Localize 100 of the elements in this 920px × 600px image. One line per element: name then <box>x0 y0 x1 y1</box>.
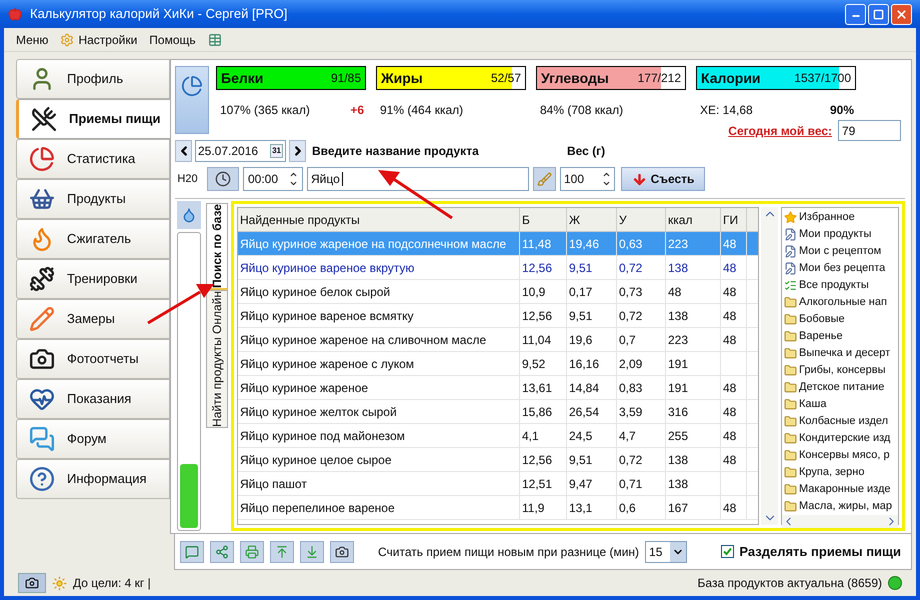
table-cell: 4,7 <box>617 424 666 447</box>
chart-button[interactable] <box>175 66 209 134</box>
category-item[interactable]: Детское питание <box>782 379 898 396</box>
table-row[interactable]: Яйцо куриное жареное на сливочном масле 11,04 19,6 0,7 223 48 <box>238 328 758 352</box>
category-item[interactable]: Грибы, консервы <box>782 362 898 379</box>
column-header[interactable]: У <box>617 208 666 231</box>
menu-item[interactable]: Помощь <box>149 30 196 48</box>
table-row[interactable]: Яйцо куриное вареное всмятку 12,56 9,51 0,72 138 48 <box>238 304 758 328</box>
table-cell: 12,56 <box>520 448 567 471</box>
column-header[interactable]: Б <box>520 208 567 231</box>
folder-icon <box>784 364 797 377</box>
close-button[interactable] <box>891 4 912 24</box>
nav-tab[interactable]: Фотоотчеты <box>16 339 170 379</box>
table-cell: 11,04 <box>520 328 567 351</box>
category-item[interactable]: Варенье <box>782 328 898 345</box>
source-tab[interactable]: Поиск по базе <box>206 203 228 290</box>
interval-select[interactable]: 15 <box>645 540 688 562</box>
nav-tab[interactable]: Сжигатель <box>16 219 170 259</box>
checklist-icon <box>784 279 797 292</box>
arrow-down-icon <box>632 172 647 186</box>
water-button[interactable] <box>177 201 201 229</box>
column-header[interactable]: Ж <box>567 208 617 231</box>
nav-tab[interactable]: Приемы пищи <box>16 99 170 139</box>
category-item[interactable]: Крупа, зерно <box>782 464 898 481</box>
horizontal-scrollbar[interactable] <box>782 515 898 528</box>
star-icon <box>784 211 797 224</box>
next-day-button[interactable] <box>289 140 306 162</box>
product-search-field[interactable]: Яйцо <box>307 167 529 191</box>
table-row[interactable]: Яйцо перепелиное вареное 11,9 13,1 0,6 167 48 <box>238 496 758 520</box>
table-row[interactable]: Яйцо куриное желток сырой 15,86 26,54 3,59 316 48 <box>238 400 758 424</box>
calendar-icon[interactable]: 31 <box>270 144 283 158</box>
camera-button[interactable] <box>18 573 46 593</box>
column-header[interactable]: ккал <box>666 208 721 231</box>
camera-icon <box>29 346 55 372</box>
table-icon[interactable] <box>208 32 222 46</box>
table-cell: 14,84 <box>567 376 617 399</box>
table-cell: 9,51 <box>567 304 617 327</box>
vertical-scrollbar[interactable] <box>761 207 778 525</box>
split-meals-checkbox[interactable] <box>721 545 734 558</box>
table-row[interactable]: Яйцо куриное под майонезом 4,1 24,5 4,7 255 48 <box>238 424 758 448</box>
nav-tab[interactable]: Продукты <box>16 179 170 219</box>
category-item[interactable]: Кондитерские изд <box>782 430 898 447</box>
category-item[interactable]: Алкогольные нап <box>782 294 898 311</box>
nav-tab[interactable]: Статистика <box>16 139 170 179</box>
nav-tab[interactable]: Форум <box>16 419 170 459</box>
minimize-button[interactable] <box>845 4 866 24</box>
eat-button[interactable]: Съесть <box>621 167 705 191</box>
weight-today-link[interactable]: Сегодня мой вес: <box>728 122 832 140</box>
column-header[interactable]: Найденные продукты <box>238 208 520 231</box>
category-item[interactable]: Мои без рецепта <box>782 260 898 277</box>
edit-document-icon <box>784 262 797 275</box>
macro-summary: 84% (708 ккал) <box>540 102 624 119</box>
table-cell: 0,7 <box>617 328 666 351</box>
menu-item[interactable]: Меню <box>16 30 48 48</box>
toolbar-button[interactable] <box>330 540 354 562</box>
table-cell: 15,86 <box>520 400 567 423</box>
category-item[interactable]: Выпечка и десерт <box>782 345 898 362</box>
table-cell: 138 <box>666 256 721 279</box>
category-item[interactable]: Колбасные издел <box>782 413 898 430</box>
table-cell: 9,51 <box>567 256 617 279</box>
macro-summary: ХЕ: 14,68 <box>700 102 753 119</box>
table-cell: 24,5 <box>567 424 617 447</box>
category-item[interactable]: Мои продукты <box>782 226 898 243</box>
category-item[interactable]: Каша <box>782 396 898 413</box>
time-field[interactable]: 00:00 <box>243 167 303 191</box>
nav-tab[interactable]: Тренировки <box>16 259 170 299</box>
table-cell: 2,09 <box>617 352 666 375</box>
menu-item[interactable]: Настройки <box>78 30 138 48</box>
weight-today-field[interactable]: 79 <box>838 120 901 141</box>
sun-icon <box>52 576 67 590</box>
nav-tab[interactable]: Информация <box>16 459 170 499</box>
table-row[interactable]: Яйцо куриное жареное с луком 9,52 16,16 2,09 191 <box>238 352 758 376</box>
category-item[interactable]: Мои с рецептом <box>782 243 898 260</box>
nav-tab[interactable]: Профиль <box>16 59 170 99</box>
folder-icon <box>784 381 797 394</box>
table-cell: 0,73 <box>617 280 666 303</box>
table-row[interactable]: Яйцо пашот 12,51 9,47 0,71 138 <box>238 472 758 496</box>
category-item[interactable]: Масла, жиры, мар <box>782 498 898 515</box>
folder-icon <box>784 313 797 326</box>
table-row[interactable]: Яйцо куриное белок сырой 10,9 0,17 0,73 48 48 <box>238 280 758 304</box>
column-header[interactable]: ГИ <box>721 208 747 231</box>
folder-icon <box>784 500 797 513</box>
table-row[interactable]: Яйцо куриное жареное 13,61 14,84 0,83 191 48 <box>238 376 758 400</box>
table-row[interactable]: Яйцо куриное целое сырое 12,56 9,51 0,72 138 48 <box>238 448 758 472</box>
category-item[interactable]: Бобовые <box>782 311 898 328</box>
date-field[interactable]: 25.07.2016 31 <box>195 140 286 162</box>
category-item[interactable]: Избранное <box>782 209 898 226</box>
clock-button[interactable] <box>207 167 239 191</box>
source-tab[interactable]: Найти продукты Онлайн <box>206 290 228 428</box>
maximize-button[interactable] <box>868 4 889 24</box>
table-row[interactable]: Яйцо куриное вареное вкрутую 12,56 9,51 0,72 138 48 <box>238 256 758 280</box>
table-cell: 48 <box>721 496 747 519</box>
weight-field[interactable]: 100 <box>560 167 615 191</box>
previous-day-button[interactable] <box>175 140 192 162</box>
nav-tab[interactable]: Показания <box>16 379 170 419</box>
category-item[interactable]: Консервы мясо, р <box>782 447 898 464</box>
category-item[interactable]: Макаронные изде <box>782 481 898 498</box>
nav-tab[interactable]: Замеры <box>16 299 170 339</box>
category-item[interactable]: Все продукты <box>782 277 898 294</box>
table-cell: 138 <box>666 472 721 495</box>
